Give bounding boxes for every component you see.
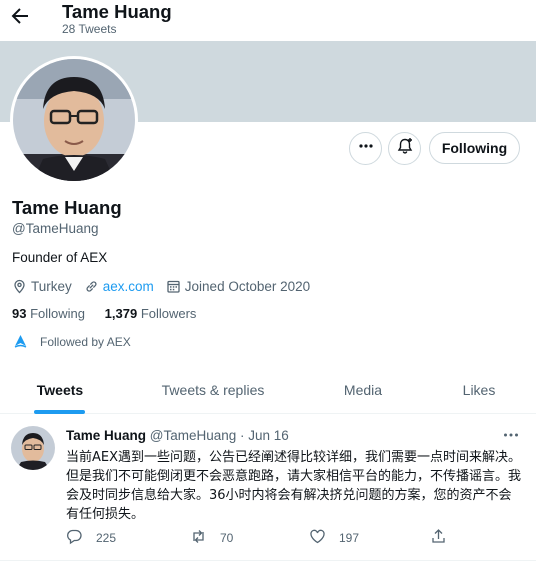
profile-handle: @TameHuang <box>12 221 99 236</box>
share-icon <box>430 528 460 548</box>
like-button[interactable]: 197 <box>309 528 359 548</box>
followers-count: 1,379 <box>104 306 138 321</box>
retweet-button[interactable]: 70 <box>190 528 233 548</box>
retweet-count: 70 <box>220 531 234 545</box>
followers-label: Followers <box>140 306 197 321</box>
notification-bell-plus-icon <box>396 137 414 160</box>
tab-tweets-replies[interactable]: Tweets & replies <box>148 368 278 414</box>
tweet-author-avatar[interactable] <box>11 426 55 470</box>
joined-date: Joined October 2020 <box>166 279 310 294</box>
share-button[interactable] <box>430 528 460 548</box>
more-button[interactable] <box>349 132 382 165</box>
profile-bio: Founder of AEX <box>12 250 108 265</box>
active-tab-indicator <box>34 410 85 414</box>
profile-tabs: Tweets Tweets & replies Media Likes <box>0 368 536 414</box>
profile-meta: Turkey aex.com Joined October 2020 <box>12 277 322 295</box>
profile-avatar[interactable] <box>10 56 138 184</box>
tweet-header: Tame Huang @TameHuang · Jun 16 <box>66 428 289 443</box>
reply-icon <box>66 528 96 548</box>
tweet-count: 28 Tweets <box>62 22 117 36</box>
following-count: 93 <box>12 306 27 321</box>
profile-name: Tame Huang <box>12 197 122 218</box>
location-text: Turkey <box>31 278 72 294</box>
joined-text: Joined October 2020 <box>184 278 311 294</box>
retweet-icon <box>190 528 220 548</box>
more-icon <box>358 138 374 159</box>
website[interactable]: aex.com <box>84 279 154 294</box>
like-count: 197 <box>339 531 360 545</box>
link-icon <box>84 279 99 294</box>
tweet-text: 当前AEX遇到一些问题，公告已经阐述得比较详细，我们需要一点时间来解决。但是我们… <box>66 450 522 522</box>
followed-by[interactable]: Followed by AEX <box>12 333 131 350</box>
followed-by-text: Followed by AEX <box>40 334 131 349</box>
following-button[interactable]: Following <box>429 132 520 164</box>
location-icon <box>12 279 27 294</box>
reply-button[interactable]: 225 <box>66 528 116 548</box>
top-bar: Tame Huang 28 Tweets <box>0 0 541 40</box>
back-arrow-icon[interactable] <box>8 4 32 28</box>
calendar-icon <box>166 279 181 294</box>
tweet-more-icon[interactable] <box>501 427 521 443</box>
tweet[interactable]: Tame Huang @TameHuang · Jun 16 当前AEX遇到一些… <box>0 415 536 561</box>
following-count-link[interactable]: 93 Following <box>12 306 85 321</box>
page-title: Tame Huang <box>62 1 172 22</box>
following-label: Following <box>30 306 86 321</box>
follow-counts: 93 Following 1,379 Followers <box>12 306 212 321</box>
tweet-author-name[interactable]: Tame Huang <box>66 428 146 443</box>
aex-avatar <box>12 333 29 350</box>
location: Turkey <box>12 279 72 294</box>
tab-media[interactable]: Media <box>322 368 404 414</box>
tweet-author-meta: @TameHuang · Jun 16 <box>149 428 289 443</box>
followers-count-link[interactable]: 1,379 Followers <box>105 306 197 321</box>
like-icon <box>309 528 339 548</box>
notifications-button[interactable] <box>388 132 421 165</box>
reply-count: 225 <box>96 531 117 545</box>
tab-tweets[interactable]: Tweets <box>20 368 100 414</box>
tab-likes[interactable]: Likes <box>448 368 510 414</box>
website-link[interactable]: aex.com <box>103 279 154 294</box>
